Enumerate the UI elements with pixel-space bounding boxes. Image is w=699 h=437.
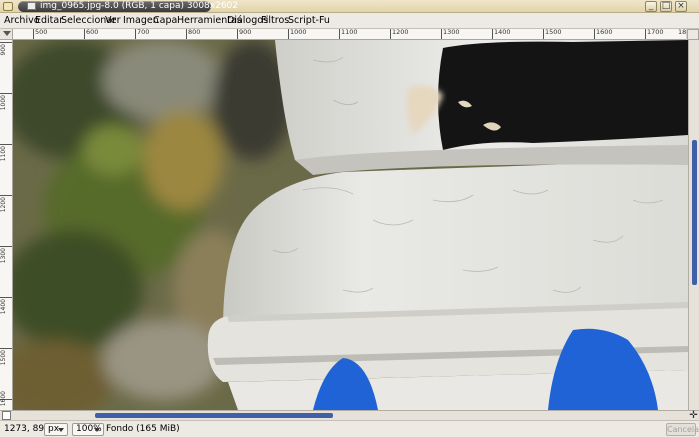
ruler-h-label: 900 <box>239 29 252 36</box>
ruler-v-label: 1000 <box>0 95 7 111</box>
ruler-h-label: 1500 <box>545 29 562 36</box>
ruler-v-label: 1100 <box>0 146 7 162</box>
menu-arrow-icon <box>3 31 11 36</box>
cancel-button[interactable]: Cancelar <box>666 423 699 436</box>
ruler-v-label: 1300 <box>0 248 7 264</box>
image-canvas[interactable] <box>13 40 688 410</box>
ruler-corner-menu[interactable] <box>0 29 13 40</box>
layer-info: Fondo (165 MiB) <box>106 424 180 434</box>
zoom-toggle-button[interactable] <box>687 29 699 40</box>
zoom-selector[interactable]: 100% <box>72 423 104 436</box>
maximize-button[interactable]: □ <box>660 1 672 12</box>
ruler-h-label: 1100 <box>341 29 358 36</box>
quick-mask-toggle[interactable] <box>2 411 11 420</box>
ruler-h-label: 600 <box>86 29 99 36</box>
ruler-v-label: 1200 <box>0 197 7 213</box>
menu-capa[interactable]: Capa <box>153 15 177 27</box>
window-menu-icon[interactable] <box>3 2 13 11</box>
horizontal-scrollbar[interactable]: ✛ <box>0 410 699 421</box>
pointer-coords: 1273, 898 <box>4 424 50 434</box>
vertical-scrollbar[interactable] <box>688 40 699 410</box>
ruler-h-label: 1300 <box>443 29 460 36</box>
menu-script-fu[interactable]: Script-Fu <box>288 15 330 27</box>
ruler-v-label: 1500 <box>0 350 7 366</box>
ruler-v-label: 1400 <box>0 299 7 315</box>
menubar: Archivo Editar Seleccionar Ver Imagen Ca… <box>0 13 699 29</box>
horizontal-ruler[interactable]: 500 600 700 800 900 1000 1100 1200 1300 … <box>13 29 686 40</box>
image-file-icon <box>27 2 36 10</box>
ruler-h-label: 700 <box>137 29 150 36</box>
ruler-h-label: 1600 <box>596 29 613 36</box>
horizontal-scroll-thumb[interactable] <box>95 413 333 418</box>
window-title: img_0965.jpg-8.0 (RGB, 1 capa) 3008x2602 <box>40 1 239 11</box>
minimize-button[interactable]: _ <box>645 1 657 12</box>
unit-selector[interactable]: px <box>44 423 68 436</box>
window-titlebar: img_0965.jpg-8.0 (RGB, 1 capa) 3008x2602… <box>0 0 699 13</box>
ruler-h-label: 1000 <box>290 29 307 36</box>
ruler-h-label: 1400 <box>494 29 511 36</box>
vertical-ruler[interactable]: 900 1000 1100 1200 1300 1400 1500 1600 <box>0 40 13 410</box>
menu-filtros[interactable]: Filtros <box>261 15 289 27</box>
menu-ver[interactable]: Ver <box>105 15 121 27</box>
ruler-v-label: 1600 <box>0 391 7 407</box>
ruler-v-label: 900 <box>0 44 7 56</box>
menu-editar[interactable]: Editar <box>35 15 63 27</box>
photo-content <box>13 40 688 410</box>
chevron-down-icon <box>94 428 100 432</box>
vertical-scroll-thumb[interactable] <box>692 140 697 285</box>
ruler-h-label: 1700 <box>647 29 664 36</box>
ruler-h-label: 800 <box>188 29 201 36</box>
ruler-h-label: 1200 <box>392 29 409 36</box>
ruler-h-label: 500 <box>35 29 48 36</box>
close-button[interactable]: × <box>675 1 687 12</box>
chevron-down-icon <box>58 428 64 432</box>
statusbar: 1273, 898 px 100% Fondo (165 MiB) Cancel… <box>0 420 699 437</box>
ruler-h-label: 1800 <box>678 29 686 36</box>
